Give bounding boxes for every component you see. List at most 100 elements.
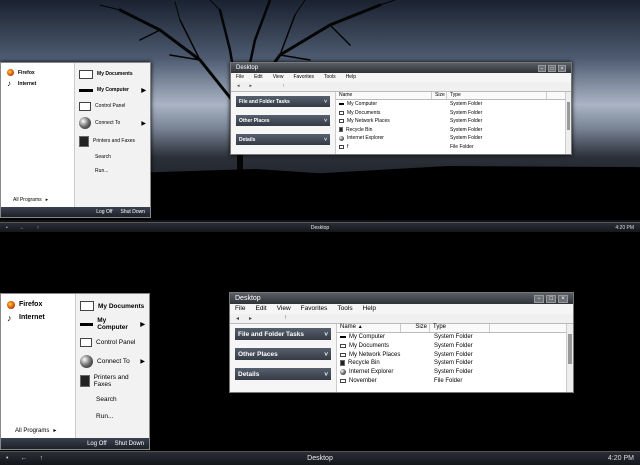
column-size[interactable]: Size (432, 92, 447, 99)
control-panel-item[interactable]: Control Panel (78, 333, 147, 351)
connect-to-item[interactable]: Connect To ▶ (77, 114, 148, 132)
menu-bar: File Edit View Favorites Tools Help (231, 73, 571, 82)
list-item[interactable]: My Computer System Folder (337, 333, 573, 342)
vertical-scrollbar[interactable] (565, 92, 571, 154)
control-panel-icon (80, 337, 93, 347)
shut-down-button[interactable]: Shut Down (121, 209, 145, 215)
back-button[interactable]: ◂ (236, 315, 239, 322)
list-item[interactable]: Recycle Bin System Folder (336, 126, 571, 135)
column-size[interactable]: Size (401, 324, 430, 332)
show-desktop-button[interactable]: ← (14, 455, 33, 462)
run-item[interactable]: Run... (77, 164, 148, 178)
details-panel[interactable]: Details ˅ (236, 134, 330, 145)
pinned-firefox[interactable]: Firefox (5, 298, 71, 311)
start-button[interactable]: • (0, 225, 14, 231)
menu-file[interactable]: File (235, 305, 245, 313)
list-item[interactable]: Internet Explorer System Folder (336, 134, 571, 143)
printers-item[interactable]: Printers and Faxes (77, 132, 148, 150)
task-pane: File and Folder Tasks ˅ Other Places ˅ D… (231, 92, 335, 154)
start-menu: Firefox ♪ Internet All Programs ▸ My Doc… (0, 62, 151, 218)
up-button[interactable]: ↑ (282, 83, 285, 90)
shut-down-button[interactable]: Shut Down (115, 441, 144, 447)
connect-to-item[interactable]: Connect To ▶ (78, 351, 147, 371)
log-off-button[interactable]: Log Off (96, 209, 112, 215)
pinned-firefox[interactable]: Firefox (5, 67, 70, 78)
details-panel[interactable]: Details ˅ (235, 368, 331, 380)
menu-favorites[interactable]: Favorites (301, 305, 328, 313)
close-button[interactable]: × (558, 64, 566, 72)
all-programs-button[interactable]: All Programs ▸ (5, 197, 70, 203)
list-item[interactable]: My Documents System Folder (337, 342, 573, 351)
scrollbar-thumb[interactable] (568, 334, 572, 364)
scrollbar-thumb[interactable] (567, 102, 570, 130)
quicklaunch-button[interactable]: ↑ (31, 225, 46, 231)
title-bar[interactable]: Desktop − □ × (231, 63, 571, 73)
recycle-bin-icon (339, 127, 343, 133)
control-panel-item[interactable]: Control Panel (77, 98, 148, 114)
my-documents-item[interactable]: My Documents (78, 297, 147, 315)
pinned-internet[interactable]: ♪ Internet (5, 78, 70, 89)
menu-favorites[interactable]: Favorites (293, 74, 314, 81)
list-item[interactable]: My Computer System Folder (336, 100, 571, 109)
file-folder-tasks-panel[interactable]: File and Folder Tasks ˅ (236, 96, 330, 107)
menu-view[interactable]: View (273, 74, 284, 81)
forward-button[interactable]: ▸ (250, 83, 253, 90)
list-header: Name ▲ Size Type (337, 324, 573, 333)
title-bar[interactable]: Desktop − □ × (230, 293, 573, 304)
my-documents-item[interactable]: My Documents (77, 66, 148, 82)
column-name[interactable]: Name ▲ (337, 324, 401, 332)
list-item[interactable]: Internet Explorer System Folder (337, 368, 573, 377)
forward-button[interactable]: ▸ (249, 315, 252, 322)
maximize-button[interactable]: □ (546, 294, 556, 303)
list-item[interactable]: My Network Places System Folder (337, 350, 573, 359)
search-item[interactable]: Search (77, 150, 148, 164)
minimize-button[interactable]: − (534, 294, 544, 303)
search-item[interactable]: Search (78, 391, 147, 408)
maximize-button[interactable]: □ (548, 64, 556, 72)
other-places-panel[interactable]: Other Places ˅ (235, 348, 331, 360)
run-item[interactable]: Run... (78, 408, 147, 425)
firefox-icon (7, 69, 14, 76)
sort-ascending-icon: ▲ (357, 324, 363, 330)
clock: 4:20 PM (607, 455, 634, 462)
taskbar-task-desktop[interactable]: Desktop (311, 225, 329, 231)
show-desktop-button[interactable]: ← (14, 225, 31, 231)
list-item[interactable]: f File Folder (336, 143, 571, 152)
up-button[interactable]: ↑ (284, 315, 287, 322)
taskbar-task-desktop[interactable]: Desktop (307, 455, 333, 462)
column-name[interactable]: Name (336, 92, 432, 99)
minimize-button[interactable]: − (538, 64, 546, 72)
menu-help[interactable]: Help (363, 305, 376, 313)
close-button[interactable]: × (558, 294, 568, 303)
list-item[interactable]: Recycle Bin System Folder (337, 359, 573, 368)
menu-file[interactable]: File (236, 74, 244, 81)
start-button[interactable]: • (0, 455, 14, 462)
list-item[interactable]: My Network Places System Folder (336, 117, 571, 126)
clock: 4:20 PM (615, 224, 634, 231)
other-places-panel[interactable]: Other Places ˅ (236, 115, 330, 126)
menu-view[interactable]: View (277, 305, 291, 313)
column-type[interactable]: Type (430, 324, 490, 332)
menu-tools[interactable]: Tools (324, 74, 336, 81)
chevron-down-icon: ˅ (324, 117, 327, 124)
menu-edit[interactable]: Edit (255, 305, 266, 313)
menu-edit[interactable]: Edit (254, 74, 263, 81)
file-folder-tasks-panel[interactable]: File and Folder Tasks ˅ (235, 328, 331, 340)
log-off-button[interactable]: Log Off (87, 441, 107, 447)
internet-icon: ♪ (7, 312, 12, 323)
back-button[interactable]: ◂ (237, 83, 240, 90)
firefox-icon (7, 300, 15, 309)
all-programs-button[interactable]: All Programs ▸ (5, 427, 71, 435)
column-type[interactable]: Type (447, 92, 547, 99)
menu-help[interactable]: Help (346, 74, 356, 81)
my-computer-item[interactable]: My Computer ▶ (78, 315, 147, 333)
list-item[interactable]: November File Folder (337, 376, 573, 385)
vertical-scrollbar[interactable] (566, 324, 573, 392)
my-computer-item[interactable]: My Computer ▶ (77, 82, 148, 98)
menu-tools[interactable]: Tools (337, 305, 352, 313)
quicklaunch-button[interactable]: ↑ (33, 455, 49, 462)
printers-item[interactable]: Printers and Faxes (78, 371, 147, 391)
network-icon (339, 119, 344, 124)
list-item[interactable]: My Documents System Folder (336, 109, 571, 118)
pinned-internet[interactable]: ♪ Internet (5, 311, 71, 324)
